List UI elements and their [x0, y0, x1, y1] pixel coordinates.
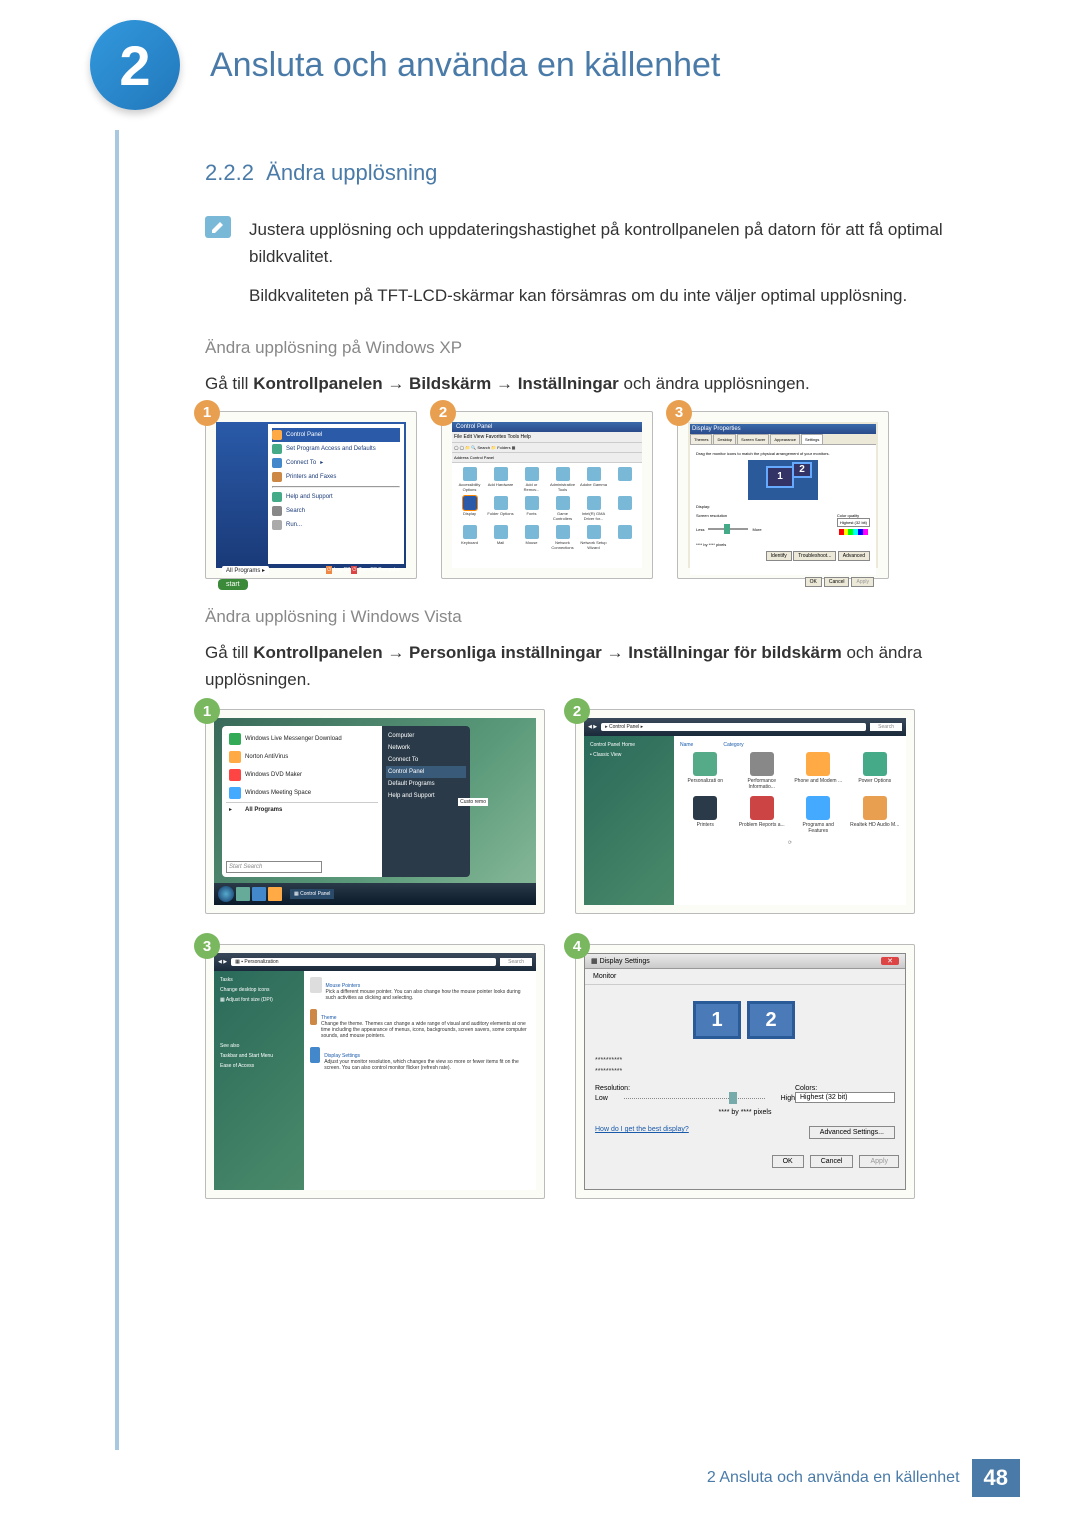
step-badge-3: 3 — [194, 933, 220, 959]
intro-paragraph-1: Justera upplösning och uppdateringshasti… — [249, 216, 990, 270]
vista-subheading: Ändra upplösning i Windows Vista — [205, 607, 990, 627]
step-badge-1: 1 — [194, 400, 220, 426]
step-badge-1: 1 — [194, 698, 220, 724]
step-badge-2: 2 — [430, 400, 456, 426]
chapter-title: Ansluta och använda en källenhet — [210, 46, 720, 85]
xp-subheading: Ändra upplösning på Windows XP — [205, 338, 990, 358]
vista-screenshot-3: 3 ◀ ▶ ▦ ▪ Personalization Search Tasks C… — [205, 944, 545, 1199]
step-badge-4: 4 — [564, 933, 590, 959]
page-number: 48 — [972, 1459, 1020, 1497]
decorative-sidebar-line — [115, 130, 119, 1450]
step-badge-3: 3 — [666, 400, 692, 426]
vista-screenshot-2: 2 ◀ ▶ ▸ Control Panel ▸ Search Control P… — [575, 709, 915, 914]
vista-screenshot-1: 1 Windows Live Messenger Download Norton… — [205, 709, 545, 914]
chapter-number-badge: 2 — [90, 20, 180, 110]
step-badge-2: 2 — [564, 698, 590, 724]
xp-screenshot-3: 3 Display Properties ThemesDesktopScreen… — [677, 411, 889, 579]
start-orb-icon — [218, 886, 234, 902]
vista-path-text: Gå till Kontrollpanelen → Personliga ins… — [205, 639, 990, 693]
close-icon: ✕ — [881, 957, 899, 965]
xp-screenshot-2: 2 Control Panel File Edit View Favorites… — [441, 411, 653, 579]
xp-screenshot-1: 1 Control Panel Set Program Access and D… — [205, 411, 417, 579]
footer-text: 2 Ansluta och använda en källenhet — [707, 1469, 960, 1487]
pencil-icon — [205, 216, 231, 238]
xp-path-text: Gå till Kontrollpanelen → Bildskärm → In… — [205, 370, 990, 397]
section-title: 2.2.2 Ändra upplösning — [205, 160, 990, 186]
intro-paragraph-2: Bildkvaliteten på TFT-LCD-skärmar kan fö… — [249, 282, 990, 309]
vista-screenshot-4: 4 ▦ Display Settings✕ Monitor 1 2 ******… — [575, 944, 915, 1199]
